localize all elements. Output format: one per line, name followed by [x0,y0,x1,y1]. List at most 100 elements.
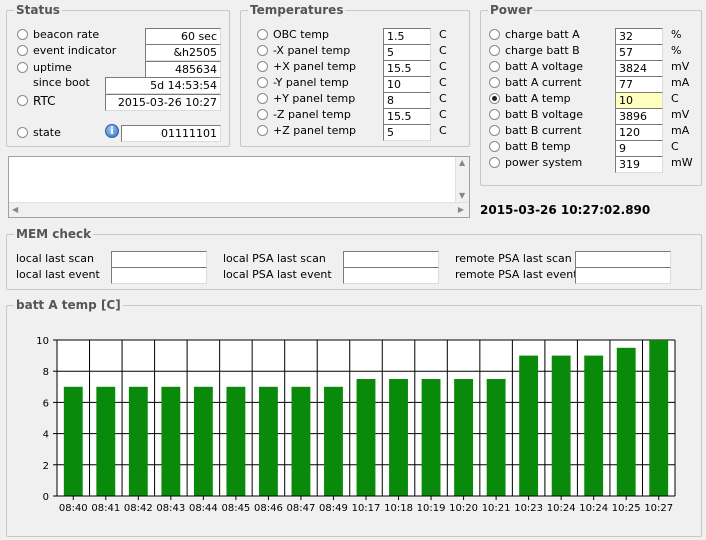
temp-1-radio[interactable] [257,45,268,56]
uptime-field[interactable]: 485634 [145,61,221,78]
temp-4-radio[interactable] [257,93,268,104]
temp-0-radio[interactable] [257,29,268,40]
remote-psa-last-event-field[interactable] [575,267,671,284]
bar [421,379,441,496]
temp-2-label: +X panel temp [273,60,357,73]
event-indicator-field[interactable]: &h2505 [145,44,221,61]
temp-0-field[interactable]: 1.5 [383,28,431,45]
temp-1-field[interactable]: 5 [383,44,431,61]
power-5-radio[interactable] [489,109,500,120]
power-2-unit: mV [671,60,690,73]
power-2-field[interactable]: 3824 [615,60,663,77]
info-icon[interactable]: i [105,124,119,138]
bar [389,379,408,496]
power-group: Power charge batt A 32% charge batt B 57% ba… [480,3,702,186]
rtc-radio[interactable] [17,95,28,106]
y-tick-label: 0 [43,492,49,503]
local-psa-last-scan-field[interactable] [343,251,439,268]
power-1-field[interactable]: 57 [615,44,663,61]
state-radio[interactable] [17,127,28,138]
power-5-label: batt B voltage [505,108,583,121]
log-horizontal-scrollbar[interactable]: ◀ ▶ [9,202,469,217]
remote-psa-last-scan-field[interactable] [575,251,671,268]
bar [226,386,246,496]
local-psa-last-event-field[interactable] [343,267,439,284]
temp-5-label: -Z panel temp [273,108,351,121]
power-1-radio[interactable] [489,45,500,56]
temp-6-radio[interactable] [257,125,268,136]
y-tick-label: 2 [43,461,49,472]
scroll-down-icon[interactable]: ▼ [459,191,465,200]
bar [128,386,148,496]
rtc-field[interactable]: 2015-03-26 10:27 [105,94,221,111]
state-field[interactable]: 01111101 [121,125,221,142]
temp-3-field[interactable]: 10 [383,76,431,93]
log-textbox[interactable]: ▲ ▼ ◀ ▶ [8,156,470,218]
y-tick-label: 4 [43,430,49,441]
power-6-radio[interactable] [489,125,500,136]
power-2-radio[interactable] [489,61,500,72]
batt-a-temp-chart: 0 2 4 6 8 10 08:40 08:41 08:42 08:43 08:44 08:45 08:… [36,336,676,514]
bar [161,386,181,496]
bar [258,386,278,496]
bar [63,386,83,496]
state-label: state [33,126,61,139]
beacon-rate-radio[interactable] [17,29,28,40]
bar [96,386,116,496]
bar [584,355,604,496]
local-last-scan-field[interactable] [111,251,207,268]
power-6-unit: mA [671,124,690,137]
power-4-label: batt A temp [505,92,571,105]
since-boot-label: since boot [33,76,90,89]
status-group: Status beacon rate 60 sec event indicato… [6,3,230,147]
power-7-field[interactable]: 9 [615,140,663,157]
bar [616,347,636,496]
x-tick-label: 08:41 [91,503,120,514]
temp-2-radio[interactable] [257,61,268,72]
bar [486,379,506,496]
x-tick-label: 08:40 [59,503,88,514]
mem-check-group: MEM check local last scan local last eve… [6,227,702,290]
temp-5-radio[interactable] [257,109,268,120]
power-0-radio[interactable] [489,29,500,40]
local-last-scan-label: local last scan [16,252,94,265]
power-3-radio[interactable] [489,77,500,88]
power-5-field[interactable]: 3896 [615,108,663,125]
local-last-event-field[interactable] [111,267,207,284]
power-0-field[interactable]: 32 [615,28,663,45]
power-8-field[interactable]: 319 [615,156,663,173]
x-tick-label: 10:24 [547,503,576,514]
scroll-right-icon[interactable]: ▶ [458,205,464,214]
power-4-field[interactable]: 10 [615,92,663,109]
power-3-label: batt A current [505,76,582,89]
temp-5-field[interactable]: 15.5 [383,108,431,125]
temp-4-label: +Y panel temp [273,92,356,105]
temp-6-field[interactable]: 5 [383,124,431,141]
power-2-label: batt A voltage [505,60,583,73]
rtc-label: RTC [33,94,56,108]
beacon-rate-field[interactable]: 60 sec [145,28,221,45]
scroll-left-icon[interactable]: ◀ [12,205,18,214]
power-4-radio[interactable] [489,93,500,104]
power-8-radio[interactable] [489,157,500,168]
power-6-field[interactable]: 120 [615,124,663,141]
temp-4-field[interactable]: 8 [383,92,431,109]
temp-3-radio[interactable] [257,77,268,88]
log-vertical-scrollbar[interactable]: ▲ ▼ [455,157,469,203]
uptime-radio[interactable] [17,62,28,73]
power-8-label: power system [505,156,583,169]
event-indicator-radio[interactable] [17,45,28,56]
temp-2-field[interactable]: 15.5 [383,60,431,77]
chart-group: batt A temp [C] 0 2 4 6 8 10 08:40 08:41 08:42 08… [6,298,702,537]
local-psa-last-event-label: local PSA last event [223,268,332,281]
power-7-label: batt B temp [505,140,571,153]
since-boot-field[interactable]: 5d 14:53:54 [105,77,221,94]
bar [324,386,343,496]
scroll-up-icon[interactable]: ▲ [459,158,465,167]
power-3-unit: mA [671,76,690,89]
remote-psa-last-scan-label: remote PSA last scan [455,252,572,265]
power-3-field[interactable]: 77 [615,76,663,93]
power-7-radio[interactable] [489,141,500,152]
x-tick-label: 10:23 [514,503,543,514]
mem-check-title: MEM check [14,227,94,241]
